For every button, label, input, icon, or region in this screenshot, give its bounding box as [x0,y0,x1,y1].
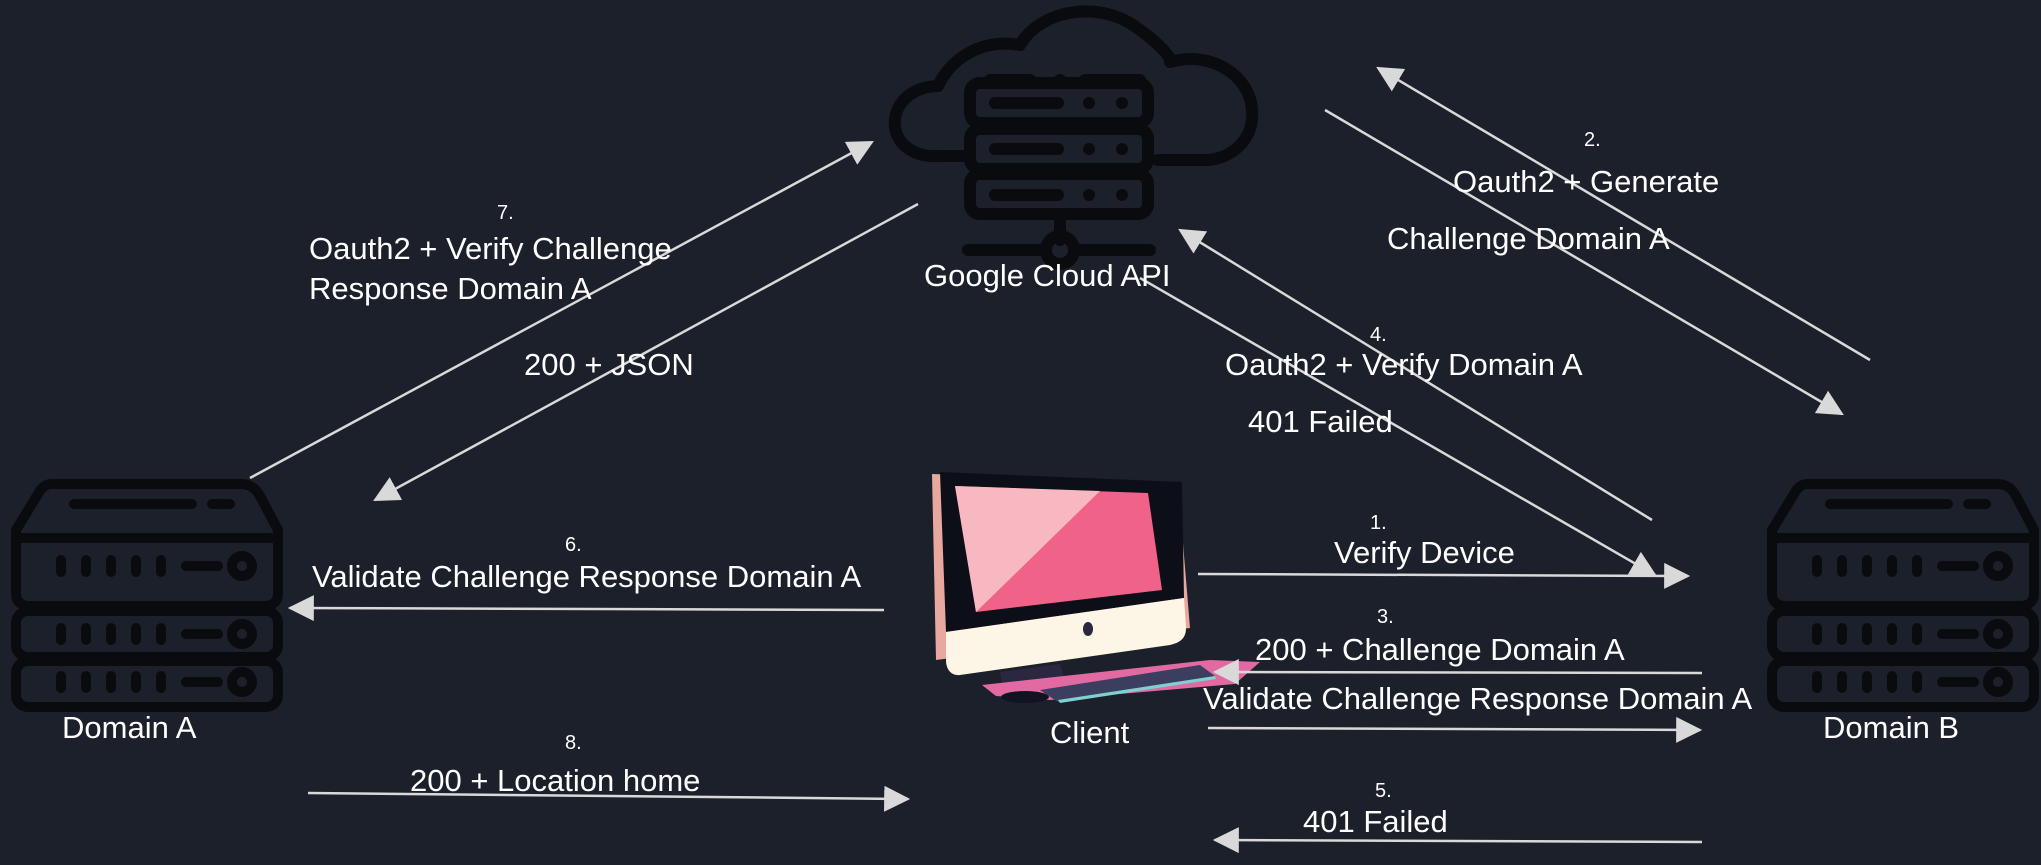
google-cloud-api-label: Google Cloud API [924,258,1171,293]
step-5-number: 5. [1375,780,1392,802]
step-6-label: Validate Challenge Response Domain A [312,559,862,594]
cloud-server-dots [1054,74,1128,201]
step-4-number: 4. [1370,324,1387,346]
validate-to-domain-b-label: Validate Challenge Response Domain A [1203,681,1753,716]
arrow-step-1-verify-device [1197,562,1691,589]
arrow-step-3-challenge [1212,659,1703,686]
server-rack-outline [11,479,283,712]
diagram-canvas [11,5,2039,854]
step-2-number: 2. [1584,129,1601,151]
domain-a-label: Domain A [62,710,197,745]
step-8-number: 8. [565,732,582,754]
step-2-label-line2: Challenge Domain A [1387,221,1670,256]
domain-b-label: Domain B [1823,710,1960,745]
step-1-number: 1. [1370,512,1387,534]
desktop-computer-icon [932,472,1260,703]
arrow-step-6-validate [287,595,885,622]
sequence-diagram: Google Cloud API Domain A Domain B Clien… [0,0,2041,860]
arrow-validate-to-domain-b [1207,716,1703,743]
step-2-label-line1: Oauth2 + Generate [1453,164,1720,199]
step-1-label: Verify Device [1334,535,1515,570]
step-7-label-line1: Oauth2 + Verify Challenge [309,231,672,266]
step-5-label: 401 Failed [1303,804,1448,839]
step-3-label: 200 + Challenge Domain A [1255,632,1625,667]
server-rack-outline [1767,479,2039,712]
server-rack-icon-domain-b [1767,479,2039,712]
cloud-to-domain-b-failed-label: 401 Failed [1248,404,1393,439]
step-7-label-line2: Response Domain A [309,271,592,306]
cloud-server-icon [888,5,1259,270]
step-3-number: 3. [1377,606,1394,628]
step-7-number: 7. [497,202,514,224]
arrow-step-5-failed [1212,827,1703,854]
arrow-step-7-to-cloud [249,140,874,480]
server-rack-icon-domain-a [11,479,283,712]
cloud-to-domain-a-json-label: 200 + JSON [524,347,694,382]
arrow-401-cloud-to-domain-b [1139,276,1657,577]
step-4-label: Oauth2 + Verify Domain A [1225,347,1583,382]
client-label: Client [1050,715,1130,750]
step-6-number: 6. [565,534,582,556]
arrow-step-2-to-cloud [1376,66,1871,362]
step-8-label: 200 + Location home [410,763,701,798]
